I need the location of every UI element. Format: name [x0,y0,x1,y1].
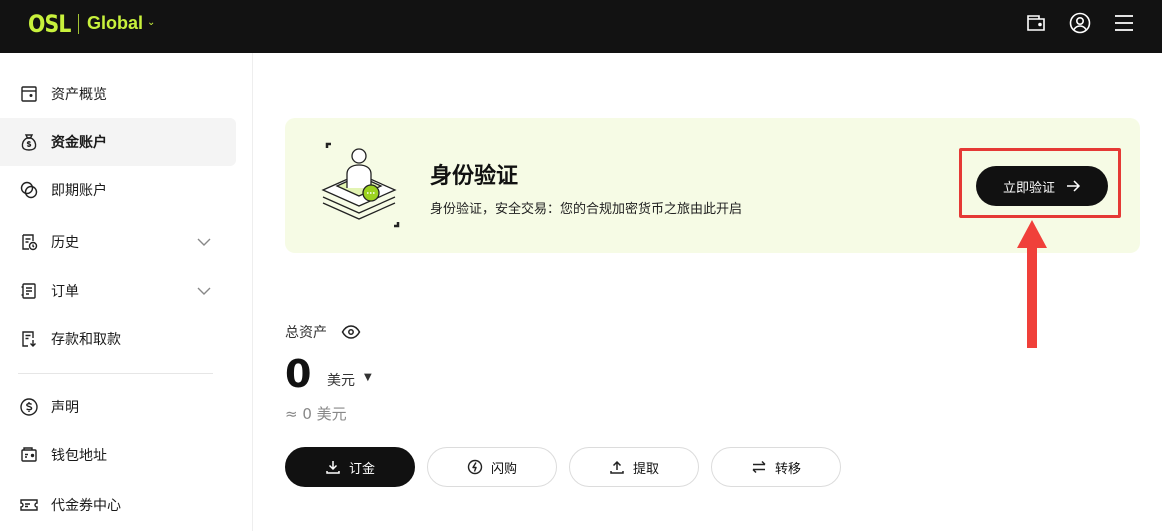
caret-down-icon[interactable]: ▼ [364,372,372,383]
verify-now-button[interactable]: 立即验证 [976,166,1108,206]
total-assets-label: 总资产 [285,325,327,341]
transfer-button[interactable]: 转移 [711,447,841,487]
sidebar-item-label: 资金账户 [51,135,107,151]
deposit-withdraw-icon [22,331,36,347]
identity-verification-illustration [321,142,400,228]
red-arrow-annotation [1017,220,1047,348]
wallet-address-icon [21,447,37,462]
sidebar-item-label: 声明 [51,400,79,416]
sidebar-item-label: 订单 [51,284,79,300]
flash-buy-button[interactable]: 闪购 [427,447,557,487]
top-bar: OSL Global ⌄ [0,0,1162,53]
upload-icon [610,460,624,474]
flash-icon [467,459,483,475]
flash-buy-label: 闪购 [490,461,517,477]
sidebar-item-voucher-center[interactable]: 代金券中心 [0,481,236,529]
banner-subtitle: 身份验证，安全交易：您的合规加密货币之旅由此开启 [430,202,743,217]
deposit-button[interactable]: 订金 [285,447,415,487]
sidebar-item-label: 资产概览 [51,87,107,103]
chevron-down-icon [197,287,211,295]
currency-selector[interactable]: 美元 [327,370,355,390]
money-bag-icon [21,134,37,151]
osl-logo[interactable]: OSL Global ⌄ [28,9,155,39]
verify-now-label: 立即验证 [1002,180,1055,196]
wallet-icon[interactable] [1024,11,1048,35]
region-selector[interactable]: Global [87,13,143,34]
dollar-icon [20,398,38,416]
eye-icon[interactable] [341,323,361,341]
withdraw-label: 提取 [632,461,659,477]
sidebar-item-deposit-withdraw[interactable]: 存款和取款 [0,315,236,363]
transfer-label: 转移 [774,461,801,477]
orders-icon [21,283,36,299]
banner-title: 身份验证 [430,164,519,189]
withdraw-button[interactable]: 提取 [569,447,699,487]
voucher-icon [20,499,38,511]
approx-value: ≈ 0 美元 [285,405,347,423]
sidebar-item-label: 历史 [51,235,79,251]
logo-divider [78,14,79,34]
deposit-label: 订金 [348,461,375,477]
transfer-icon [752,460,766,474]
sidebar-item-funding-account[interactable]: 资金账户 [0,118,236,166]
document-icon [21,86,37,102]
logo-text: OSL [28,10,71,38]
sidebar-divider [18,373,213,374]
chevron-down-icon: ⌄ [147,17,156,28]
sidebar-item-wallet-address[interactable]: 钱包地址 [0,431,236,479]
chevron-down-icon [197,238,211,246]
history-icon [22,234,38,251]
sidebar-item-history[interactable]: 历史 [0,218,236,266]
sidebar-item-label: 代金券中心 [51,498,121,514]
sidebar-item-spot-account[interactable]: 即期账户 [0,166,236,214]
sidebar-item-label: 钱包地址 [51,448,107,464]
total-assets-value: 0 [285,352,312,396]
menu-icon[interactable] [1112,11,1136,35]
download-icon [326,461,340,474]
exchange-icon [20,181,38,199]
sidebar-item-statements[interactable]: 声明 [0,383,236,431]
sidebar-item-asset-overview[interactable]: 资产概览 [0,70,236,118]
sidebar-item-label: 存款和取款 [51,332,121,348]
sidebar-item-orders[interactable]: 订单 [0,267,236,315]
sidebar: 资产概览 资金账户 即期账户 历史 订单 存款和取款 声明 钱包地址 代金券中心 [0,53,253,531]
user-icon[interactable] [1068,11,1092,35]
arrow-right-icon [1067,180,1081,192]
sidebar-item-label: 即期账户 [51,183,107,199]
identity-verification-banner: 身份验证 身份验证，安全交易：您的合规加密货币之旅由此开启 立即验证 [285,118,1140,253]
